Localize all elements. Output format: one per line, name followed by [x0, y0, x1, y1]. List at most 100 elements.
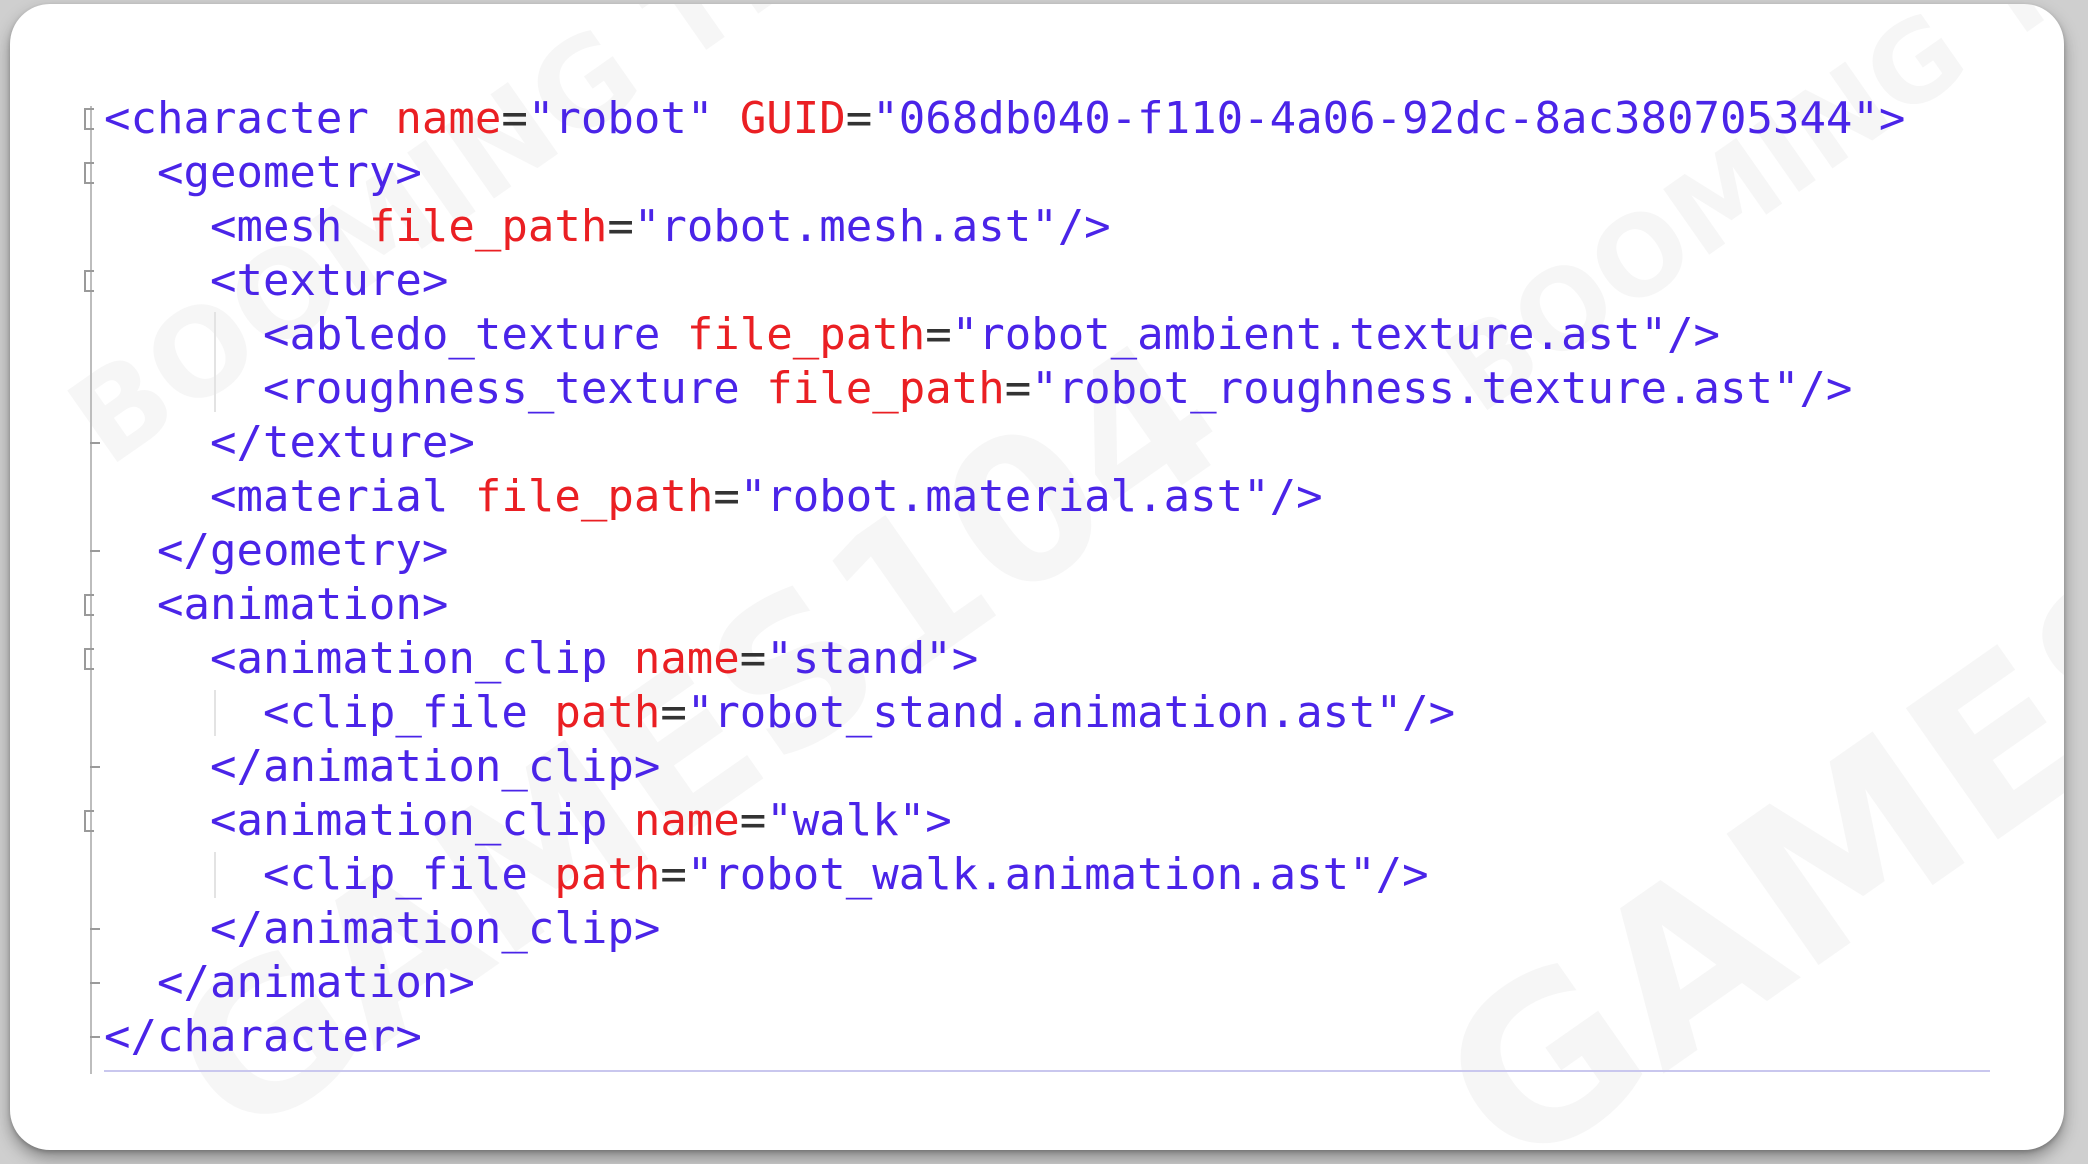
xml-tag: <character: [104, 93, 369, 144]
xml-tag-end: />: [1057, 201, 1111, 252]
xml-equals: =: [739, 795, 767, 846]
code-line: <character name="robot" GUID="068db040-f…: [104, 92, 1905, 146]
fold-end-marker: [90, 928, 100, 930]
code-line: <material file_path="robot.material.ast"…: [104, 470, 1323, 524]
code-line: <abledo_texture file_path="robot_ambient…: [104, 308, 1720, 362]
xml-equals: =: [739, 633, 767, 684]
xml-equals: =: [660, 687, 687, 738]
xml-tag: </character>: [104, 1011, 422, 1062]
xml-tag: </texture>: [209, 417, 475, 468]
xml-tag: <geometry>: [156, 147, 422, 198]
xml-attribute-name: name: [395, 93, 502, 144]
fold-end-marker: [90, 442, 100, 444]
xml-attribute-name: name: [633, 633, 740, 684]
xml-tag-end: />: [1375, 849, 1429, 900]
code-line: <clip_file path="robot_stand.animation.a…: [104, 686, 1455, 740]
xml-attribute-name: file_path: [474, 471, 714, 522]
xml-tag-end: />: [1402, 687, 1456, 738]
code-card: BOOMING TECH BOOMING TECH GAMES104 GAMES…: [10, 4, 2064, 1150]
xml-tag: <roughness_texture: [262, 363, 740, 414]
xml-attribute-name: path: [554, 849, 661, 900]
xml-attribute-name: file_path: [686, 309, 926, 360]
xml-tag: <animation_clip: [209, 795, 608, 846]
xml-tag-end: >: [951, 633, 979, 684]
xml-attribute-value: "robot": [527, 93, 714, 144]
xml-attribute-name: file_path: [368, 201, 608, 252]
code-line: <animation_clip name="walk">: [104, 794, 952, 848]
xml-attribute-name: path: [554, 687, 661, 738]
xml-attribute-value: "robot.mesh.ast": [633, 201, 1058, 252]
xml-attribute-name: file_path: [766, 363, 1005, 414]
xml-equals: =: [845, 93, 873, 144]
fold-end-marker: [90, 982, 100, 984]
code-line: <animation_clip name="stand">: [104, 632, 978, 686]
xml-tag-end: />: [1799, 363, 1853, 414]
code-editor[interactable]: <character name="robot" GUID="068db040-f…: [78, 92, 1990, 1074]
code-line: </character>: [104, 1010, 422, 1064]
indent-guide: [214, 690, 217, 736]
code-line: <geometry>: [104, 146, 422, 200]
xml-attribute-name: GUID: [739, 93, 846, 144]
xml-tag-end: >: [925, 795, 952, 846]
xml-equals: =: [713, 471, 740, 522]
fold-toggle-icon[interactable]: [84, 270, 94, 292]
xml-attribute-value: "robot.material.ast": [739, 471, 1270, 522]
xml-equals: =: [925, 309, 952, 360]
xml-equals: =: [1004, 363, 1032, 414]
xml-equals: =: [607, 201, 634, 252]
xml-tag: <animation_clip: [209, 633, 608, 684]
xml-tag-end: >: [1878, 93, 1906, 144]
xml-tag: </animation_clip>: [209, 903, 661, 954]
xml-attribute-value: "robot_walk.animation.ast": [686, 849, 1376, 900]
xml-equals: =: [660, 849, 687, 900]
xml-tag: <clip_file: [262, 687, 528, 738]
fold-end-marker: [90, 766, 100, 768]
fold-end-marker: [90, 1036, 100, 1038]
code-line: <animation>: [104, 578, 448, 632]
code-line: <texture>: [104, 254, 448, 308]
editor-bottom-rule: [104, 1070, 1990, 1072]
code-line: </texture>: [104, 416, 475, 470]
code-line: <roughness_texture file_path="robot_roug…: [104, 362, 1852, 416]
fold-toggle-icon[interactable]: [84, 810, 94, 832]
fold-toggle-icon[interactable]: [84, 162, 94, 184]
indent-guide: [214, 852, 217, 898]
code-line: </animation>: [104, 956, 475, 1010]
xml-tag: </animation_clip>: [209, 741, 661, 792]
xml-tag: </animation>: [156, 957, 475, 1008]
fold-toggle-icon[interactable]: [84, 648, 94, 670]
fold-toggle-icon[interactable]: [84, 108, 94, 130]
fold-end-marker: [90, 550, 100, 552]
xml-attribute-name: name: [633, 795, 740, 846]
xml-tag: </geometry>: [156, 525, 449, 576]
xml-tag: <texture>: [209, 255, 449, 306]
code-line: <clip_file path="robot_walk.animation.as…: [104, 848, 1429, 902]
code-line: <mesh file_path="robot.mesh.ast"/>: [104, 200, 1111, 254]
xml-tag: <animation>: [156, 579, 449, 630]
xml-attribute-value: "walk": [766, 795, 926, 846]
xml-tag: <abledo_texture: [262, 309, 661, 360]
code-line: </geometry>: [104, 524, 448, 578]
xml-tag: <mesh: [209, 201, 343, 252]
xml-attribute-value: "robot_stand.animation.ast": [686, 687, 1403, 738]
xml-tag-end: />: [1666, 309, 1720, 360]
xml-attribute-value: "robot_ambient.texture.ast": [951, 309, 1667, 360]
fold-toggle-icon[interactable]: [84, 594, 94, 616]
xml-tag: <material: [209, 471, 449, 522]
xml-attribute-value: "robot_roughness.texture.ast": [1031, 363, 1800, 414]
